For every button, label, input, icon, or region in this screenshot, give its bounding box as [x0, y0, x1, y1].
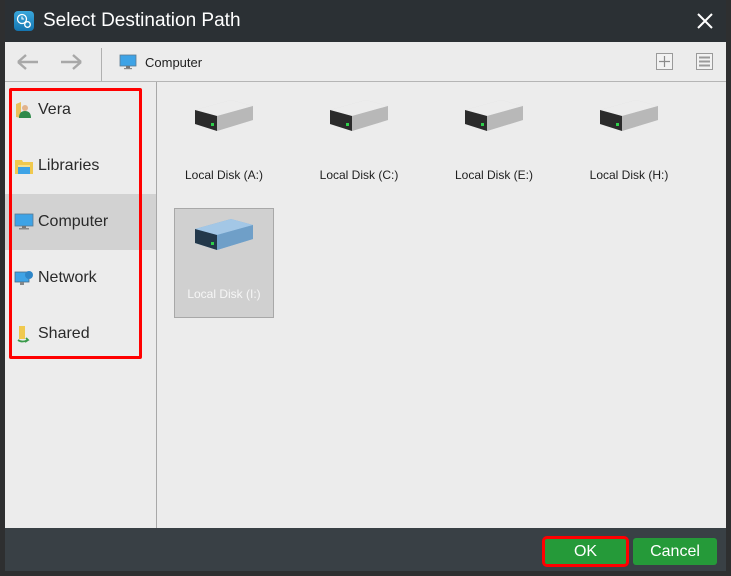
drive-label: Local Disk (I:) — [187, 287, 261, 301]
sidebar-item-libraries[interactable]: Libraries — [5, 138, 156, 194]
drive-item-e[interactable]: Local Disk (E:) — [445, 90, 543, 198]
arrow-left-icon — [17, 54, 38, 70]
drive-label: Local Disk (E:) — [454, 168, 534, 182]
hard-drive-icon — [600, 100, 658, 131]
hard-drive-icon — [195, 219, 253, 250]
title-bar: Select Destination Path — [5, 0, 726, 42]
sidebar-item-network[interactable]: Network — [5, 250, 156, 306]
user-folder-icon — [16, 102, 31, 118]
dialog-footer: OK Cancel — [5, 528, 726, 571]
sidebar-item-label: Computer — [38, 213, 109, 230]
drive-label: Local Disk (H:) — [589, 168, 669, 182]
close-icon — [697, 13, 713, 29]
sidebar-item-label: Shared — [38, 325, 90, 342]
view-mode-button[interactable] — [696, 53, 713, 70]
toolbar-divider — [101, 48, 102, 81]
back-button[interactable] — [15, 52, 41, 72]
breadcrumb-computer[interactable]: Computer — [145, 55, 202, 70]
sidebar-item-label: Vera — [38, 101, 71, 118]
drive-item-a[interactable]: Local Disk (A:) — [175, 90, 273, 198]
hard-drive-icon — [330, 100, 388, 131]
sidebar: Vera Libraries Computer Network Shared — [5, 82, 157, 528]
hard-drive-icon — [195, 100, 253, 131]
close-button[interactable] — [694, 10, 716, 32]
drive-item-c[interactable]: Local Disk (C:) — [310, 90, 408, 198]
plus-icon — [659, 56, 670, 67]
hard-drive-icon — [465, 100, 523, 131]
drive-item-h[interactable]: Local Disk (H:) — [580, 90, 678, 198]
drive-list: Local Disk (A:) Local Disk (C:) Local Di… — [157, 82, 726, 528]
computer-icon — [119, 54, 137, 75]
drive-label: Local Disk (A:) — [184, 168, 264, 182]
sidebar-item-label: Network — [38, 269, 97, 286]
computer-icon — [14, 213, 34, 230]
select-destination-dialog: Select Destination Path Computer Vera Li… — [5, 0, 726, 571]
backup-gear-icon — [14, 11, 34, 31]
ok-button[interactable]: OK — [542, 536, 629, 567]
dialog-title: Select Destination Path — [43, 10, 241, 31]
drive-label: Local Disk (C:) — [319, 168, 399, 182]
shared-folder-icon — [17, 326, 30, 343]
sidebar-item-shared[interactable]: Shared — [5, 306, 156, 362]
arrow-right-icon — [61, 54, 82, 70]
sidebar-item-computer[interactable]: Computer — [5, 194, 156, 250]
sidebar-item-vera[interactable]: Vera — [5, 82, 156, 138]
network-icon — [14, 271, 33, 285]
sidebar-item-label: Libraries — [38, 157, 100, 174]
toolbar: Computer — [5, 42, 726, 82]
new-folder-button[interactable] — [656, 53, 673, 70]
libraries-icon — [15, 160, 33, 174]
list-view-icon — [699, 56, 710, 67]
forward-button[interactable] — [58, 52, 84, 72]
drive-item-i[interactable]: Local Disk (I:) — [174, 208, 274, 318]
cancel-button[interactable]: Cancel — [633, 538, 717, 565]
